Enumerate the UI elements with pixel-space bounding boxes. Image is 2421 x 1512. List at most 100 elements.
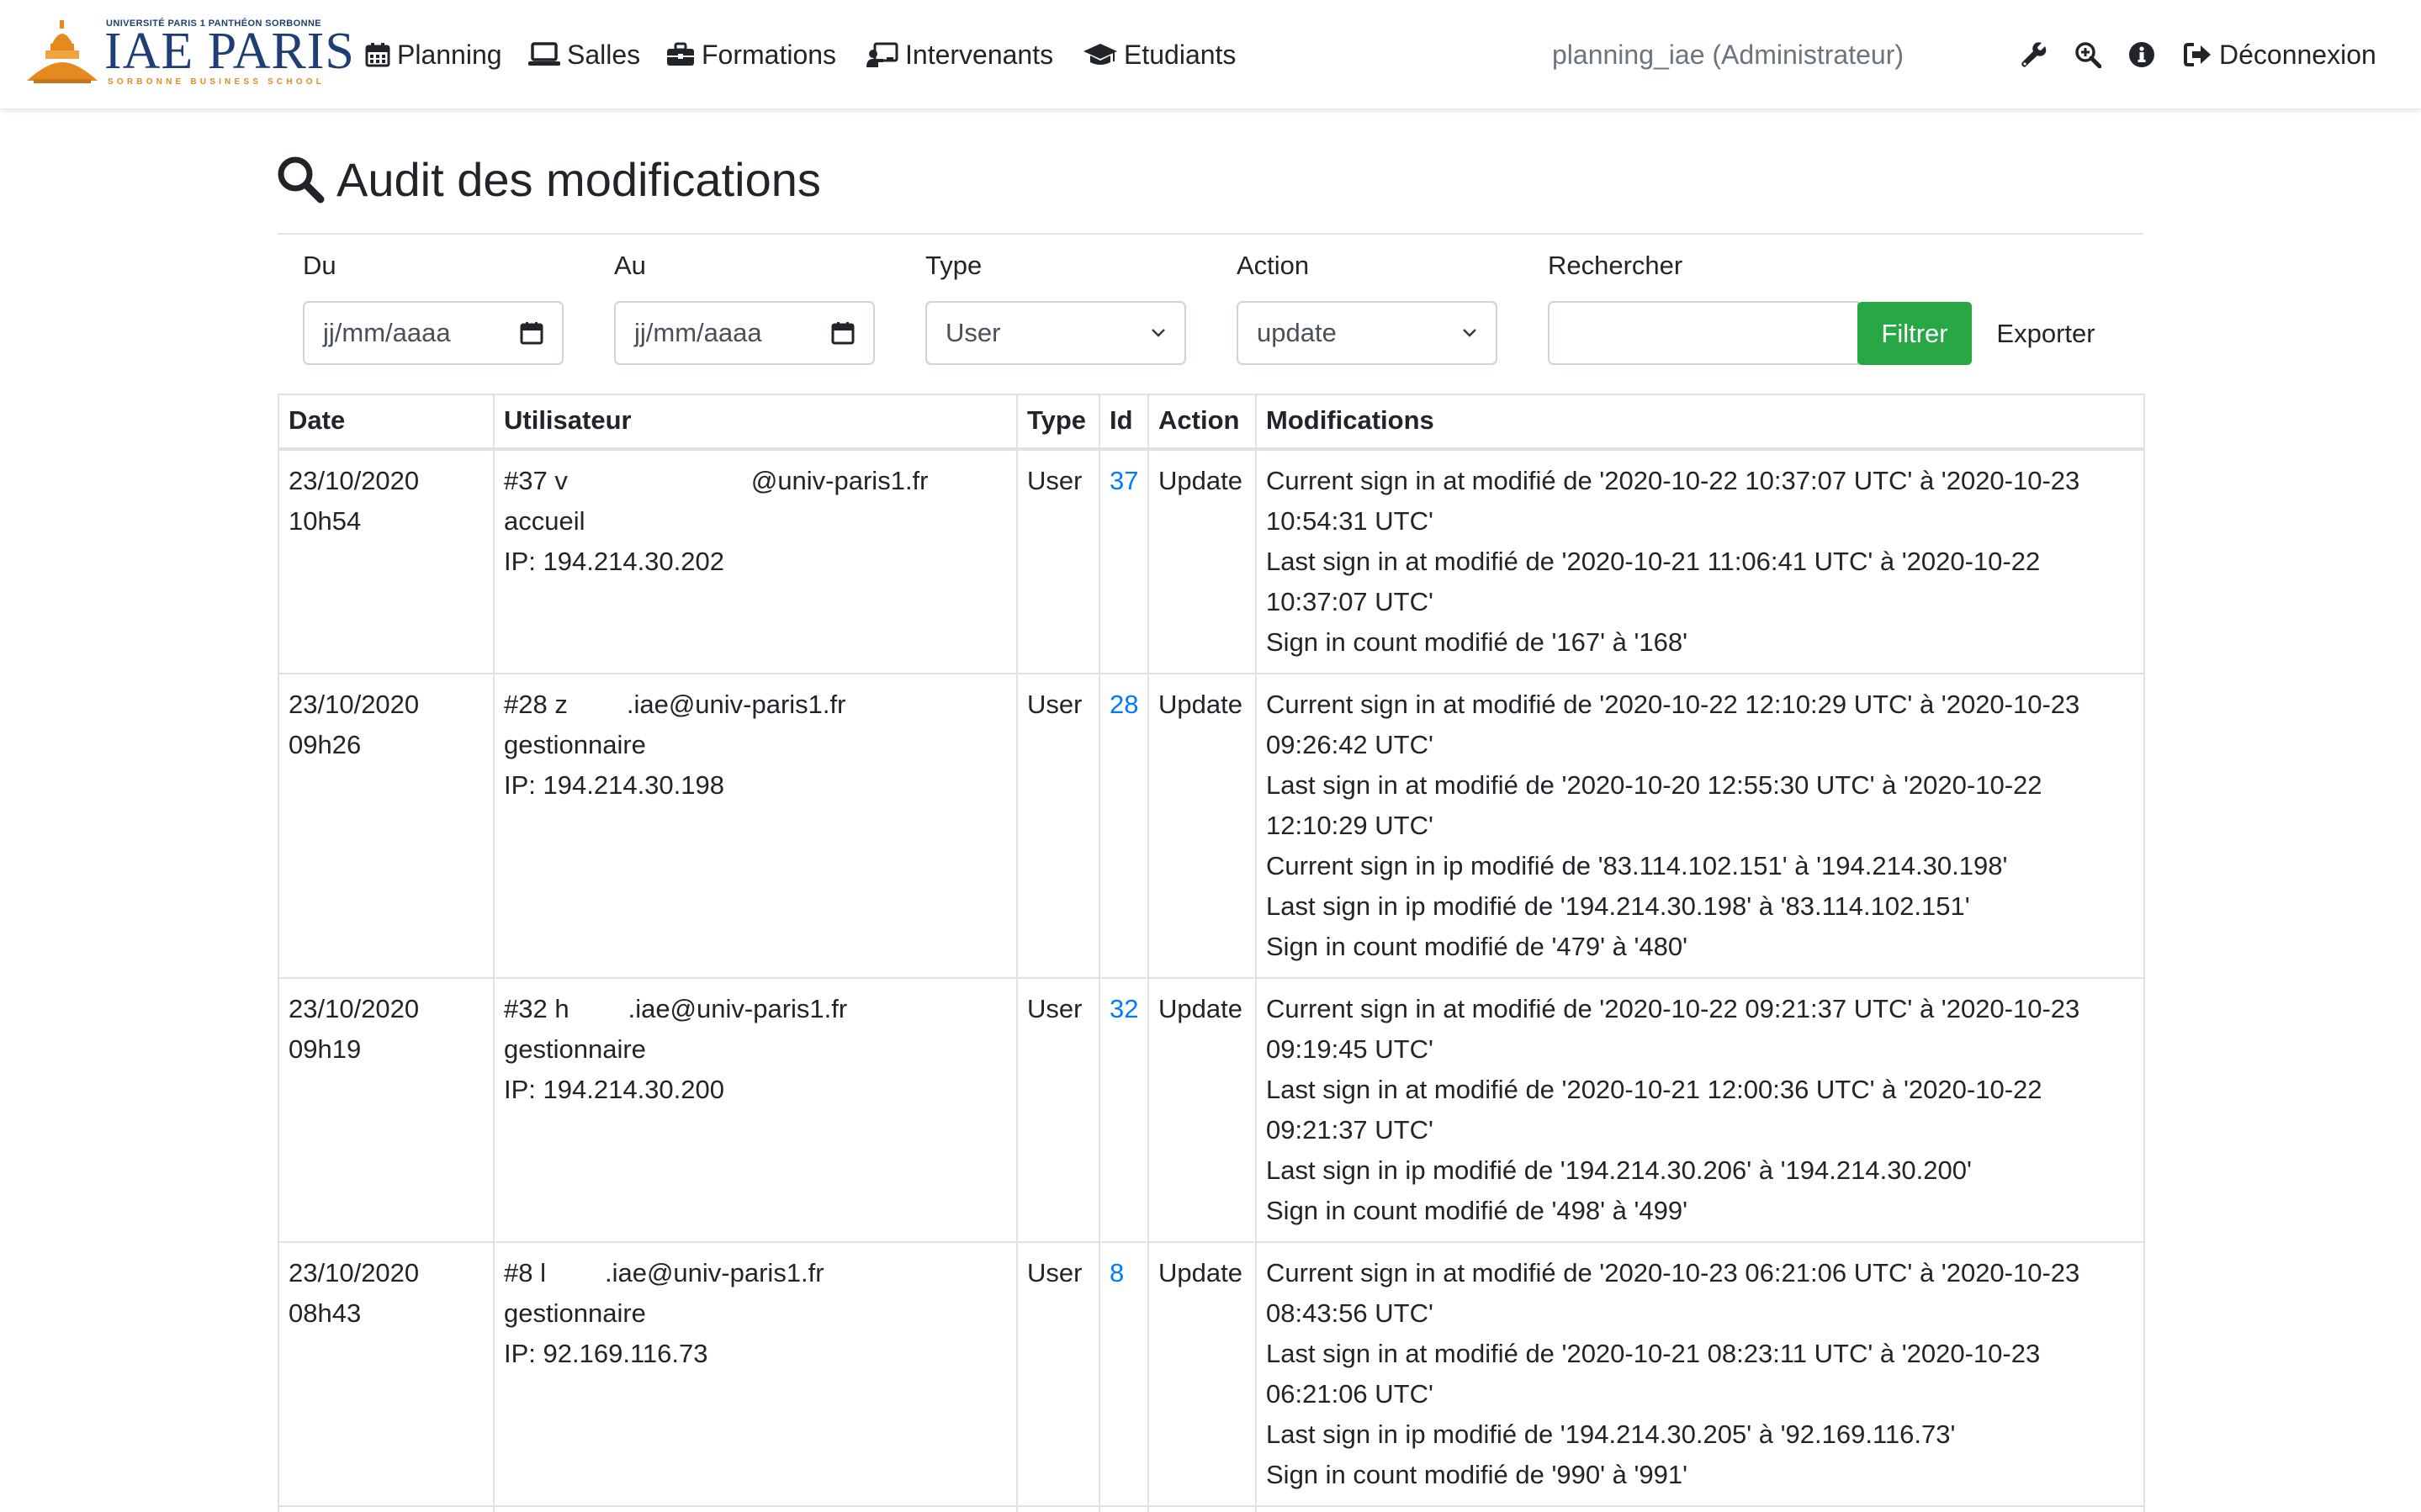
date-value: 23/10/2020	[289, 1258, 420, 1287]
briefcase-icon	[667, 42, 694, 66]
type-select[interactable]: User	[925, 301, 1186, 365]
action-select[interactable]: update	[1237, 301, 1497, 365]
user-email: .iae@univ-paris1.fr	[604, 1258, 824, 1287]
date-to-input[interactable]: jj/mm/aaaa	[614, 301, 875, 365]
modification-line: Last sign in at modifié de '2020-10-21 1…	[1266, 1075, 2042, 1145]
modifications-cell: Current sign in at modifié de '2020-10-2…	[1255, 673, 2145, 979]
user-cell: #37 v @univ-paris1.fr accueil IP: 194.21…	[493, 448, 1018, 674]
action-cell: Update	[1147, 448, 1257, 674]
action-cell: Update	[1147, 1241, 1257, 1507]
type-select-value: User	[946, 318, 1001, 347]
date-cell	[278, 1505, 495, 1512]
sign-out-icon	[2184, 43, 2211, 66]
table-row	[278, 1505, 2145, 1512]
logout-link[interactable]: Déconnexion	[2184, 37, 2376, 72]
table-row: 23/10/2020 09h26 #28 z .iae@univ-paris1.…	[278, 673, 2145, 979]
type-cell: User	[1016, 1241, 1100, 1507]
chevron-down-icon	[1152, 329, 1165, 337]
time-value: 09h19	[289, 1034, 362, 1064]
page-title: Audit des modifications	[276, 148, 821, 210]
date-cell: 23/10/2020 10h54	[278, 448, 495, 674]
info-button[interactable]	[2125, 37, 2159, 72]
action-select-value: update	[1257, 318, 1337, 347]
nav-intervenants[interactable]: Intervenants	[866, 37, 1053, 72]
user-identity: #8 l .iae@univ-paris1.fr	[504, 1253, 1007, 1293]
user-prefix: #8 l	[504, 1258, 546, 1287]
chalkboard-teacher-icon	[866, 42, 898, 67]
column-header-type[interactable]: Type	[1016, 394, 1100, 451]
record-id-link[interactable]: 37	[1110, 466, 1138, 495]
modification-line: Last sign in at modifié de '2020-10-20 1…	[1266, 770, 2042, 840]
id-cell: 28	[1099, 673, 1149, 979]
record-id-link[interactable]: 8	[1110, 1258, 1124, 1287]
graduation-cap-icon	[1083, 44, 1117, 65]
filter-type-label: Type	[925, 251, 983, 280]
iae-paris-logo[interactable]: UNIVERSITÉ PARIS 1 PANTHÉON SORBONNE IAE…	[27, 19, 354, 87]
record-id-link[interactable]: 28	[1110, 690, 1138, 719]
filter-action-label: Action	[1237, 251, 1310, 280]
user-ip: IP: 194.214.30.198	[504, 770, 725, 800]
user-identity: #37 v @univ-paris1.fr	[504, 461, 1007, 501]
settings-button[interactable]	[2017, 37, 2051, 72]
column-header-id[interactable]: Id	[1099, 394, 1149, 451]
current-user: planning_iae (Administrateur)	[1552, 39, 1904, 70]
nav-etudiants-label: Etudiants	[1124, 39, 1237, 70]
user-role: gestionnaire	[504, 1034, 646, 1064]
nav-planning-label: Planning	[397, 39, 502, 70]
sorbonne-dome-icon	[27, 20, 98, 83]
column-header-action[interactable]: Action	[1147, 394, 1257, 451]
table-row: 23/10/2020 09h19 #32 h .iae@univ-paris1.…	[278, 977, 2145, 1243]
modification-line: Current sign in ip modifié de '83.114.10…	[1266, 851, 2008, 880]
nav-etudiants[interactable]: Etudiants	[1083, 37, 1236, 72]
column-header-user[interactable]: Utilisateur	[493, 394, 1018, 451]
nav-planning[interactable]: Planning	[365, 37, 502, 72]
export-link[interactable]: Exporter	[1979, 302, 2113, 365]
filter-button[interactable]: Filtrer	[1857, 302, 1972, 365]
search-plus-icon	[2075, 42, 2101, 68]
calendar-picker-icon[interactable]	[520, 321, 543, 345]
zoom-button[interactable]	[2071, 37, 2105, 72]
modifications-cell	[1255, 1505, 2145, 1512]
modification-line: Sign in count modifié de '479' à '480'	[1266, 932, 1688, 961]
user-role: accueil	[504, 506, 585, 536]
time-value: 10h54	[289, 506, 362, 536]
nav-intervenants-label: Intervenants	[905, 39, 1054, 70]
table-row: 23/10/2020 08h43 #8 l .iae@univ-paris1.f…	[278, 1241, 2145, 1507]
date-from-input[interactable]: jj/mm/aaaa	[303, 301, 564, 365]
id-cell: 32	[1099, 977, 1149, 1243]
column-header-modifications[interactable]: Modifications	[1255, 394, 2145, 451]
date-from-placeholder: jj/mm/aaaa	[323, 318, 451, 347]
id-cell: 37	[1099, 448, 1149, 674]
action-cell	[1147, 1505, 1257, 1512]
filter-to-label: Au	[614, 251, 646, 280]
modification-line: Last sign in ip modifié de '194.214.30.2…	[1266, 1155, 1972, 1185]
nav-salles[interactable]: Salles	[528, 37, 640, 72]
user-cell: #8 l .iae@univ-paris1.fr gestionnaire IP…	[493, 1241, 1018, 1507]
user-email: .iae@univ-paris1.fr	[628, 994, 848, 1023]
column-header-date[interactable]: Date	[278, 394, 495, 451]
id-cell: 8	[1099, 1241, 1149, 1507]
user-role: gestionnaire	[504, 1298, 646, 1328]
laptop-icon	[528, 42, 560, 66]
brand-tagline: SORBONNE BUSINESS SCHOOL	[108, 77, 326, 87]
user-ip: IP: 194.214.30.202	[504, 547, 725, 576]
search-input[interactable]	[1548, 301, 1859, 365]
action-cell: Update	[1147, 977, 1257, 1243]
action-cell: Update	[1147, 673, 1257, 979]
brand-name: IAE PARIS	[104, 23, 355, 80]
logout-label: Déconnexion	[2219, 39, 2376, 70]
date-cell: 23/10/2020 09h26	[278, 673, 495, 979]
type-cell: User	[1016, 673, 1100, 979]
audit-table: Date Utilisateur Type Id Action Modifica…	[278, 394, 2145, 1512]
nav-formations[interactable]: Formations	[666, 37, 836, 72]
modification-line: Last sign in at modifié de '2020-10-21 1…	[1266, 547, 2041, 616]
modifications-cell: Current sign in at modifié de '2020-10-2…	[1255, 448, 2145, 674]
nav-salles-label: Salles	[567, 39, 641, 70]
user-cell: #28 z .iae@univ-paris1.fr gestionnaire I…	[493, 673, 1018, 979]
modification-line: Sign in count modifié de '498' à '499'	[1266, 1196, 1688, 1225]
search-icon	[278, 156, 325, 204]
modification-line: Current sign in at modifié de '2020-10-2…	[1266, 994, 2080, 1064]
modifications-cell: Current sign in at modifié de '2020-10-2…	[1255, 1241, 2145, 1507]
calendar-picker-icon[interactable]	[831, 321, 855, 345]
record-id-link[interactable]: 32	[1110, 994, 1138, 1023]
